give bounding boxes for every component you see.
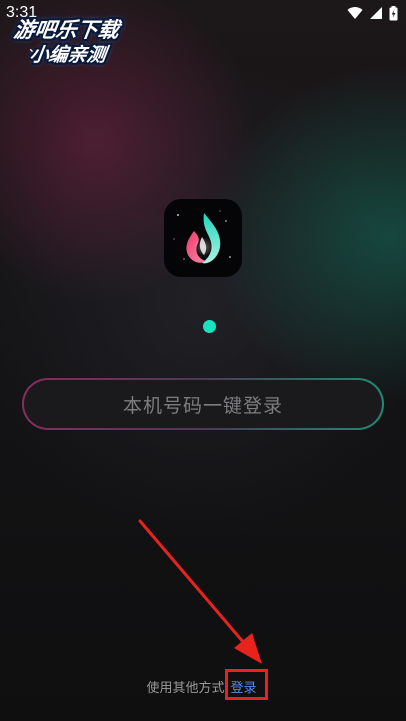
watermark-logo: 游吧乐下载 ✕ 小编亲测 [6,8,152,66]
one-click-login-label: 本机号码一键登录 [122,394,283,417]
annotation-arrow [138,519,262,664]
cell-signal-icon [370,7,382,19]
alt-login-prefix: 使用其他方式 [146,681,225,696]
alt-login-link[interactable]: 登录 [228,676,260,697]
flame-logo-icon [173,210,231,264]
wifi-icon [347,7,363,20]
one-click-login-button[interactable]: 本机号码一键登录 [22,378,384,430]
battery-icon [389,5,398,20]
login-screen: 3:31 游吧乐下载 ✕ 小编亲测 本机号码一键登录 使用其他方式 登录 [0,0,406,721]
loading-dot [203,320,216,333]
app-logo [164,199,242,277]
watermark-line2: 小编亲测 [28,44,108,66]
alt-login-row: 使用其他方式 登录 [0,676,406,697]
status-icons [347,4,398,22]
